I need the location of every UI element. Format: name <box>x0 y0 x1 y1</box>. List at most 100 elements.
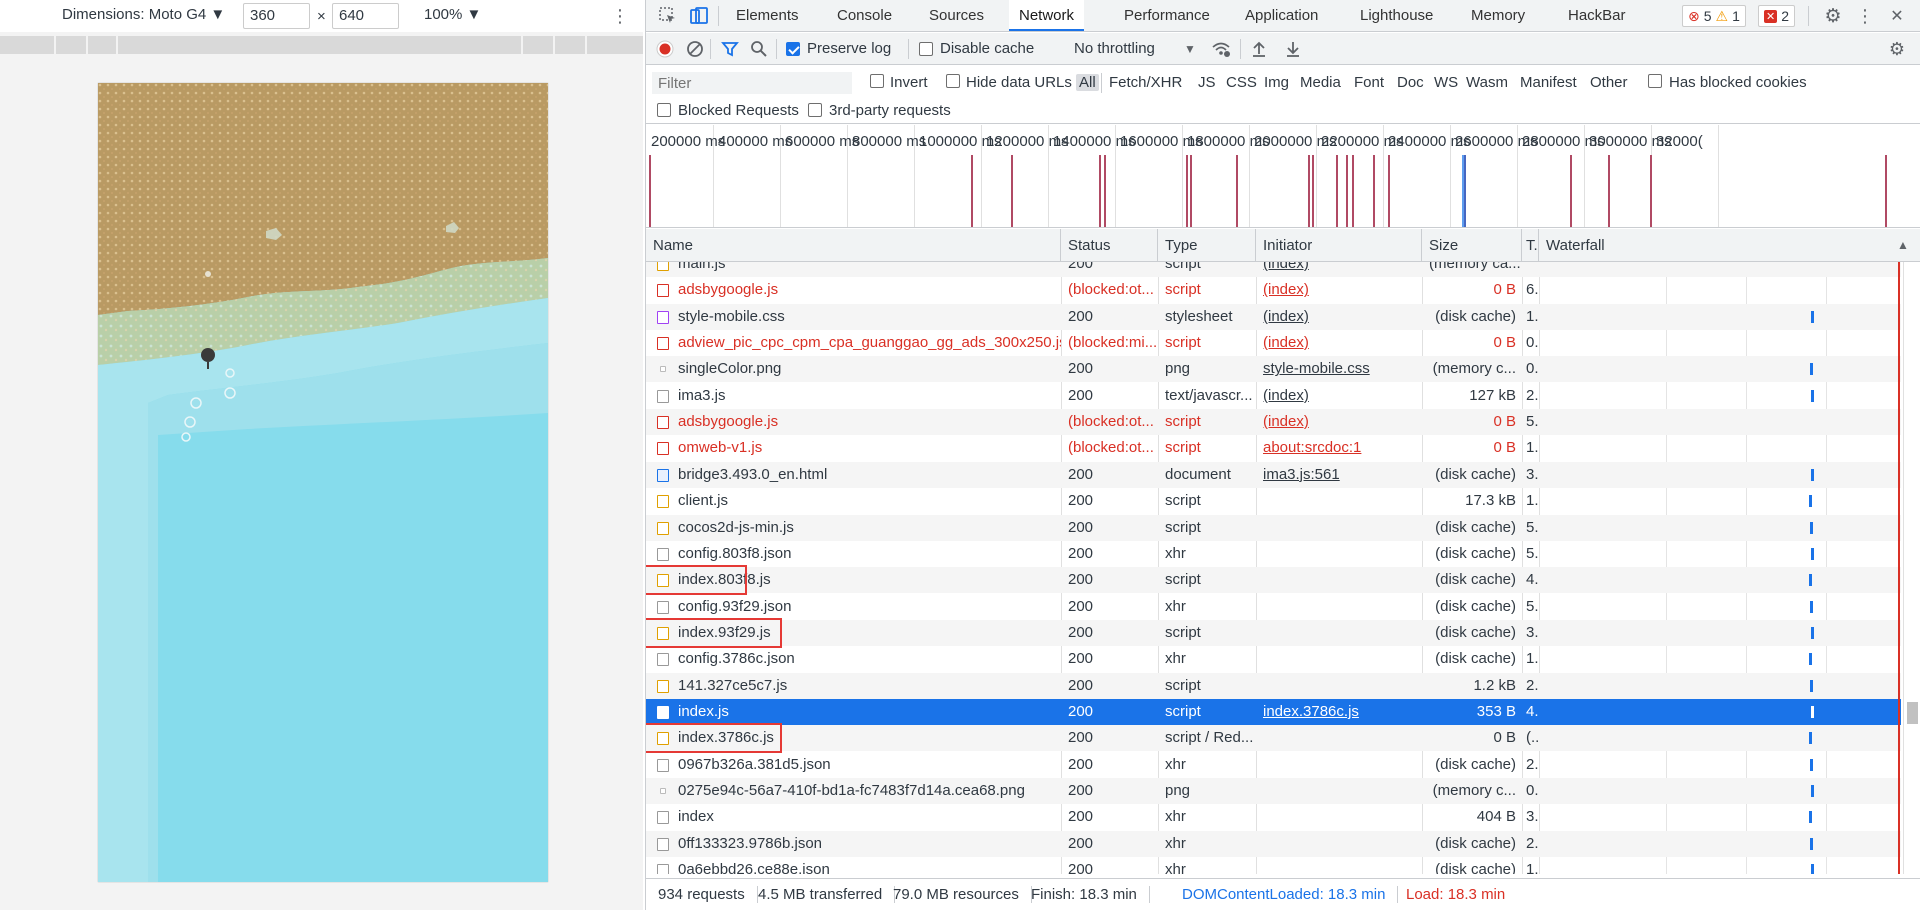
column-name-header[interactable]: Name <box>646 229 1061 262</box>
import-har-icon[interactable] <box>1250 40 1268 58</box>
tab-network[interactable]: Network <box>1009 0 1085 31</box>
tab-lighthouse[interactable]: Lighthouse <box>1350 0 1443 31</box>
media-segment[interactable] <box>555 36 587 54</box>
has-blocked-cookies-checkbox[interactable] <box>1648 74 1662 88</box>
media-query-bar[interactable] <box>0 36 643 54</box>
tab-console[interactable]: Console <box>827 0 902 31</box>
filter-input[interactable] <box>652 72 852 94</box>
media-segment[interactable] <box>56 36 88 54</box>
hide-data-urls-checkbox[interactable] <box>946 74 960 88</box>
disable-cache-checkbox[interactable] <box>919 42 933 56</box>
cell-initiator[interactable]: style-mobile.css <box>1256 356 1422 382</box>
clear-icon[interactable] <box>686 40 704 58</box>
tab-hackbar[interactable]: HackBar <box>1558 0 1636 31</box>
cell-initiator[interactable]: (index) <box>1256 304 1422 330</box>
tab-application[interactable]: Application <box>1235 0 1328 31</box>
request-row[interactable]: index.93f29.js 200 script (disk cache) 3. <box>646 619 1901 646</box>
column-size-header[interactable]: Size <box>1422 229 1522 262</box>
column-status-header[interactable]: Status <box>1061 229 1158 262</box>
request-row[interactable]: style-mobile.css 200 stylesheet (index) (dis… <box>646 303 1901 330</box>
filter-type-media[interactable]: Media <box>1300 74 1341 91</box>
tab-elements[interactable]: Elements <box>726 0 809 31</box>
customize-menu-icon[interactable]: ⋮ <box>1856 5 1874 27</box>
console-counts-badge[interactable]: ⊗ 5 ⚠ 1 <box>1682 5 1746 27</box>
filter-type-other[interactable]: Other <box>1590 74 1628 91</box>
cell-initiator[interactable]: (index) <box>1256 330 1422 356</box>
filter-type-ws[interactable]: WS <box>1434 74 1458 91</box>
cell-initiator[interactable]: (index) <box>1256 277 1422 303</box>
cell-initiator[interactable]: (index) <box>1256 262 1422 277</box>
request-row[interactable]: ima3.js 200 text/javascr... (index) 127 kB 2. <box>646 383 1901 409</box>
request-row[interactable]: client.js 200 script 17.3 kB 1. <box>646 488 1901 514</box>
cell-initiator[interactable]: ima3.js:561 <box>1256 462 1422 488</box>
network-conditions-icon[interactable] <box>1210 40 1232 58</box>
network-settings-gear-icon[interactable]: ⚙ <box>1886 39 1908 59</box>
filter-type-manifest[interactable]: Manifest <box>1520 74 1577 91</box>
request-row[interactable]: adsbygoogle.js (blocked:ot... script (index… <box>646 409 1901 436</box>
request-row[interactable]: singleColor.png 200 png style-mobile.css (me… <box>646 356 1901 383</box>
tab-sources[interactable]: Sources <box>919 0 994 31</box>
media-segment[interactable] <box>88 36 118 54</box>
request-row[interactable]: index.js 200 script index.3786c.js 353 B 4. <box>646 698 1901 725</box>
column-waterfall-header[interactable]: Waterfall <box>1539 229 1920 262</box>
settings-gear-icon[interactable]: ⚙ <box>1822 5 1844 27</box>
blocked-requests-checkbox[interactable] <box>657 103 671 117</box>
request-row[interactable]: index.803f8.js 200 script (disk cache) 4. <box>646 567 1901 594</box>
cell-initiator[interactable]: index.3786c.js <box>1256 699 1422 725</box>
request-row[interactable]: index 200 xhr 404 B 3. <box>646 804 1901 830</box>
request-row[interactable]: main.js 200 script (index) (memory ca... <box>646 262 1901 277</box>
device-toolbar-toggle-icon[interactable] <box>688 5 710 27</box>
device-dimensions-dropdown[interactable]: Dimensions: Moto G4 ▼ <box>62 6 225 23</box>
media-segment[interactable] <box>0 36 56 54</box>
scrollbar-thumb[interactable] <box>1907 702 1918 724</box>
zoom-dropdown[interactable]: 100% ▼ <box>424 6 481 23</box>
cell-initiator[interactable]: about:srcdoc:1 <box>1256 435 1422 461</box>
third-party-checkbox[interactable] <box>808 103 822 117</box>
filter-type-doc[interactable]: Doc <box>1397 74 1424 91</box>
request-row[interactable]: 141.327ce5c7.js 200 script 1.2 kB 2. <box>646 672 1901 699</box>
game-viewport[interactable] <box>98 83 548 882</box>
device-height-input[interactable]: 640 <box>332 3 399 29</box>
column-time-header[interactable]: T. <box>1522 229 1539 262</box>
export-har-icon[interactable] <box>1284 40 1302 58</box>
throttling-chevron-down-icon[interactable]: ▼ <box>1183 41 1197 57</box>
filter-type-css[interactable]: CSS <box>1226 74 1257 91</box>
request-row[interactable]: 0275e94c-56a7-410f-bd1a-fc7483f7d14a.cea… <box>646 778 1901 804</box>
filter-type-wasm[interactable]: Wasm <box>1466 74 1508 91</box>
cell-initiator[interactable]: (index) <box>1256 383 1422 409</box>
request-row[interactable]: 0ff133323.9786b.json 200 xhr (disk cache) 2. <box>646 830 1901 857</box>
filter-icon[interactable] <box>720 40 740 58</box>
request-row[interactable]: 0a6ebbd26.ce88e.json 200 xhr (disk cache) 1. <box>646 857 1901 874</box>
filter-type-js[interactable]: JS <box>1198 74 1216 91</box>
throttling-select[interactable]: No throttling <box>1074 40 1155 57</box>
issues-badge[interactable]: ✕ 2 <box>1758 5 1796 27</box>
inspect-element-icon[interactable] <box>658 6 678 26</box>
request-row[interactable]: cocos2d-js-min.js 200 script (disk cache) 5. <box>646 514 1901 541</box>
close-devtools-icon[interactable]: ✕ <box>1886 5 1908 27</box>
filter-type-img[interactable]: Img <box>1264 74 1289 91</box>
column-type-header[interactable]: Type <box>1158 229 1256 262</box>
request-row[interactable]: index.3786c.js 200 script / Red... 0 B (.. <box>646 725 1901 752</box>
request-row[interactable]: adsbygoogle.js (blocked:ot... script (index… <box>646 277 1901 303</box>
network-overview-timeline[interactable]: 200000 ms 400000 ms 600000 ms 800000 ms 1000… <box>646 125 1920 228</box>
tab-performance[interactable]: Performance <box>1114 0 1220 31</box>
request-row[interactable]: 0967b326a.381d5.json 200 xhr (disk cache) 2. <box>646 752 1901 778</box>
column-initiator-header[interactable]: Initiator <box>1256 229 1422 262</box>
media-segment[interactable] <box>523 36 555 54</box>
tab-memory[interactable]: Memory <box>1461 0 1535 31</box>
sort-up-icon[interactable]: ▲ <box>1896 238 1910 252</box>
table-scrollbar[interactable] <box>1903 262 1920 874</box>
request-row[interactable]: config.93f29.json 200 xhr (disk cache) 5. <box>646 594 1901 620</box>
media-segment[interactable] <box>118 36 523 54</box>
record-icon[interactable] <box>656 40 674 58</box>
invert-checkbox[interactable] <box>870 74 884 88</box>
preserve-log-checkbox[interactable] <box>786 42 800 56</box>
request-row[interactable]: bridge3.493.0_en.html 200 document ima3.js:… <box>646 461 1901 488</box>
request-row[interactable]: omweb-v1.js (blocked:ot... script about:src… <box>646 435 1901 461</box>
device-width-input[interactable]: 360 <box>243 3 310 29</box>
more-options-icon[interactable]: ⋮ <box>611 6 629 26</box>
request-row[interactable]: adview_pic_cpc_cpm_cpa_guanggao_gg_ads_3… <box>646 330 1901 356</box>
filter-type-font[interactable]: Font <box>1354 74 1384 91</box>
request-row[interactable]: config.803f8.json 200 xhr (disk cache) 5. <box>646 541 1901 567</box>
request-row[interactable]: config.3786c.json 200 xhr (disk cache) 1. <box>646 646 1901 672</box>
